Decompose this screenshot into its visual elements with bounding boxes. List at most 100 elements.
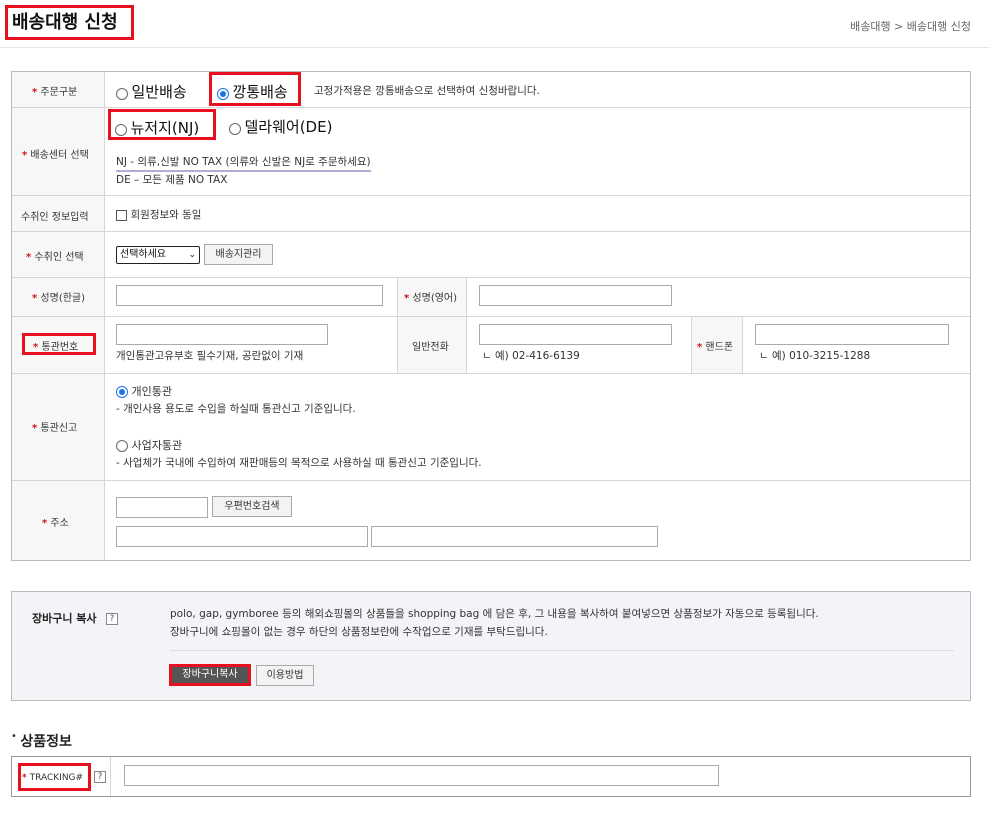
name-kr-label: * 성명(한글) [32, 289, 85, 304]
tracking-label-text: TRACKING# [29, 773, 84, 783]
cart-copy-button-label: 장바구니복사 [182, 669, 238, 680]
cell-divider [466, 316, 467, 373]
address-book-button[interactable]: 배송지관리 [204, 244, 273, 265]
cart-copy-label: 장바구니 복사 ? [32, 610, 119, 626]
product-section-title-text: 상품정보 [20, 734, 72, 750]
mobile-label-text: 핸드폰 [705, 342, 734, 353]
required-mark: * [22, 150, 28, 161]
same-as-member-label: 회원정보와 동일 [130, 209, 202, 221]
address-line2-input[interactable] [371, 526, 658, 547]
business-customs-desc: - 사업체가 국내에 수입하여 재판매등의 목적으로 사용하실 때 통관신고 기… [116, 457, 482, 469]
zipcode-search-button[interactable]: 우편번호검색 [212, 496, 292, 517]
cart-copy-desc2: 장바구니에 쇼핑몰이 없는 경우 하단의 상품정보란에 수작업으로 기재를 부탁… [170, 626, 548, 638]
radio-business-customs[interactable]: 사업자통관 [116, 437, 182, 453]
tracking-label: * TRACKING# [18, 763, 91, 791]
radio-icon[interactable] [115, 124, 127, 136]
radio-icon[interactable] [229, 123, 241, 135]
radio-business-customs-label: 사업자통관 [131, 439, 183, 452]
center-note-de: DE – 모든 제품 NO TAX [116, 174, 228, 186]
name-en-label-text: 성명(영어) [412, 293, 458, 304]
radio-normal-delivery-label: 일반배송 [131, 83, 187, 101]
cell-divider [466, 277, 467, 316]
breadcrumb[interactable]: 배송대행 > 배송대행 신청 [850, 18, 971, 34]
phone-hint: ㄴ 예) 02-416-6139 [482, 350, 580, 362]
row-divider [12, 107, 970, 108]
required-mark: * [404, 293, 410, 304]
center-note-nj: NJ - 의류,신발 NO TAX (의류와 신발은 NJ로 주문하세요) [116, 154, 371, 172]
cart-copy-panel: 장바구니 복사 ? polo, gap, gymboree 등의 해외쇼핑몰의 … [11, 591, 971, 701]
name-kr-label-text: 성명(한글) [40, 293, 86, 304]
radio-normal-delivery[interactable]: 일반배송 [116, 81, 187, 102]
mobile-input[interactable] [755, 324, 949, 345]
header-divider [0, 47, 989, 48]
address-label: * 주소 [42, 514, 69, 529]
tracking-row: * TRACKING# ? [11, 756, 971, 797]
radio-checked-icon[interactable] [217, 88, 229, 100]
row-divider [12, 195, 970, 196]
help-icon[interactable]: ? [94, 771, 106, 783]
name-en-input[interactable] [479, 285, 672, 306]
address-label-text: 주소 [50, 518, 69, 529]
customs-decl-label: * 통관신고 [32, 419, 77, 434]
radio-can-delivery-label: 깡통배송 [232, 83, 288, 101]
row-divider [12, 480, 970, 481]
required-mark: * [32, 87, 38, 98]
radio-icon[interactable] [116, 440, 128, 452]
radio-center-nj[interactable]: 뉴저지(NJ) [108, 109, 216, 140]
radio-center-nj-label: 뉴저지(NJ) [130, 119, 200, 137]
howto-button[interactable]: 이용방법 [256, 665, 314, 686]
required-mark: * [26, 252, 32, 263]
receiver-info-label: 수취인 정보입력 [21, 212, 89, 223]
radio-center-de[interactable]: 델라웨어(DE) [229, 116, 332, 137]
center-label: * 배송센터 선택 [22, 146, 89, 161]
delivery-form: * 주문구분 일반배송 깡통배송 고정가적용은 깡통배송으로 선택하여 신청바랍… [11, 71, 971, 561]
personal-customs-desc: - 개인사용 용도로 수입을 하실때 통관신고 기준입니다. [116, 403, 356, 415]
customs-no-hint: 개인통관고유부호 필수기재, 공란없이 기재 [116, 350, 304, 362]
chevron-down-icon: ⌄ [188, 250, 196, 260]
required-mark: * [697, 342, 703, 353]
checkbox-icon[interactable] [116, 209, 127, 221]
required-mark: * [32, 293, 38, 304]
order-type-label: * 주문구분 [32, 83, 77, 98]
receiver-select-value: 선택하세요 [120, 249, 166, 260]
cell-divider [110, 757, 111, 796]
receiver-select-dropdown[interactable]: 선택하세요 ⌄ [116, 246, 200, 264]
phone-label: 일반전화 [412, 342, 449, 353]
same-as-member-checkbox[interactable]: 회원정보와 동일 [116, 207, 201, 222]
name-kr-input[interactable] [116, 285, 383, 306]
radio-personal-customs[interactable]: 개인통관 [116, 383, 172, 399]
radio-checked-icon[interactable] [116, 386, 128, 398]
cart-copy-button[interactable]: 장바구니복사 [169, 664, 251, 686]
radio-icon[interactable] [116, 88, 128, 100]
customs-no-label-text: 통관번호 [41, 342, 79, 353]
cart-divider [170, 650, 954, 651]
page-title: 배송대행 신청 [5, 5, 134, 40]
mobile-hint: ㄴ 예) 010-3215-1288 [759, 350, 871, 362]
product-section-title: • 상품정보 [11, 731, 72, 751]
mobile-label: * 핸드폰 [697, 338, 733, 353]
required-mark: * [33, 342, 39, 353]
required-mark: * [22, 773, 27, 783]
tracking-input[interactable] [124, 765, 719, 786]
customs-no-input[interactable] [116, 324, 328, 345]
phone-input[interactable] [479, 324, 672, 345]
receiver-select-label: * 수취인 선택 [26, 248, 84, 263]
radio-can-delivery[interactable]: 깡통배송 [209, 72, 301, 106]
row-divider [12, 231, 970, 232]
address-line1-input[interactable] [116, 526, 368, 547]
help-icon[interactable]: ? [106, 613, 119, 625]
cart-copy-label-text: 장바구니 복사 [32, 612, 97, 625]
cart-copy-desc1: polo, gap, gymboree 등의 해외쇼핑몰의 상품들을 shopp… [170, 608, 819, 620]
receiver-select-label-text: 수취인 선택 [34, 252, 84, 263]
order-type-label-text: 주문구분 [40, 87, 78, 98]
center-label-text: 배송센터 선택 [30, 150, 89, 161]
required-mark: * [32, 423, 38, 434]
row-divider [12, 316, 970, 317]
customs-no-label: * 통관번호 [22, 333, 96, 355]
order-type-note: 고정가적용은 깡통배송으로 선택하여 신청바랍니다. [314, 85, 540, 97]
customs-decl-label-text: 통관신고 [40, 423, 78, 434]
zipcode-input[interactable] [116, 497, 208, 518]
radio-personal-customs-label: 개인통관 [131, 385, 172, 398]
cell-divider [742, 316, 743, 373]
required-mark: * [42, 518, 48, 529]
